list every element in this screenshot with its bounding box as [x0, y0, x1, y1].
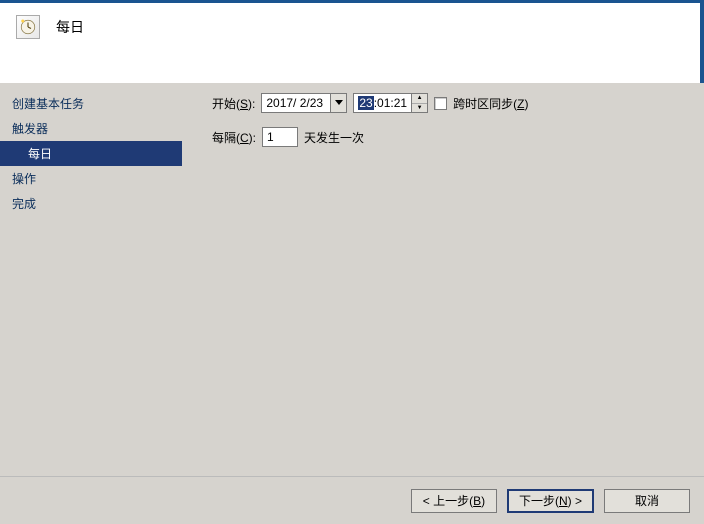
timezone-sync-checkbox[interactable]: [434, 97, 447, 110]
spinner-down-icon[interactable]: ▼: [412, 103, 427, 113]
wizard-header: 每日: [0, 3, 704, 83]
sidebar-item-trigger[interactable]: 触发器: [0, 116, 182, 141]
interval-suffix: 天发生一次: [304, 129, 364, 146]
back-button[interactable]: < 上一步(B): [411, 489, 497, 513]
sidebar-item-finish[interactable]: 完成: [0, 191, 182, 216]
next-button[interactable]: 下一步(N) >: [507, 489, 594, 513]
wizard-footer: < 上一步(B) 下一步(N) > 取消: [0, 476, 704, 524]
interval-label: 每隔(C):: [212, 129, 256, 146]
sidebar-item-daily[interactable]: 每日: [0, 141, 182, 166]
start-time-value[interactable]: 23:01:21: [354, 94, 411, 112]
spinner-up-icon[interactable]: ▲: [412, 94, 427, 103]
start-date-value[interactable]: 2017/ 2/23: [262, 94, 330, 112]
sidebar-item-create-basic-task[interactable]: 创建基本任务: [0, 91, 182, 116]
wizard-steps-sidebar: 创建基本任务 触发器 每日 操作 完成: [0, 83, 182, 524]
start-date-picker[interactable]: 2017/ 2/23: [261, 93, 347, 113]
wizard-main-panel: 开始(S): 2017/ 2/23 23:01:21 ▲ ▼: [182, 83, 704, 524]
sidebar-item-action[interactable]: 操作: [0, 166, 182, 191]
cancel-button[interactable]: 取消: [604, 489, 690, 513]
timezone-sync-label: 跨时区同步(Z): [453, 95, 528, 112]
start-label: 开始(S):: [212, 95, 255, 112]
time-spinner[interactable]: ▲ ▼: [411, 94, 427, 112]
start-time-picker[interactable]: 23:01:21 ▲ ▼: [353, 93, 428, 113]
chevron-down-icon[interactable]: [330, 94, 346, 112]
interval-input[interactable]: 1: [262, 127, 298, 147]
wizard-title: 每日: [56, 15, 84, 37]
clock-icon: [16, 15, 40, 39]
